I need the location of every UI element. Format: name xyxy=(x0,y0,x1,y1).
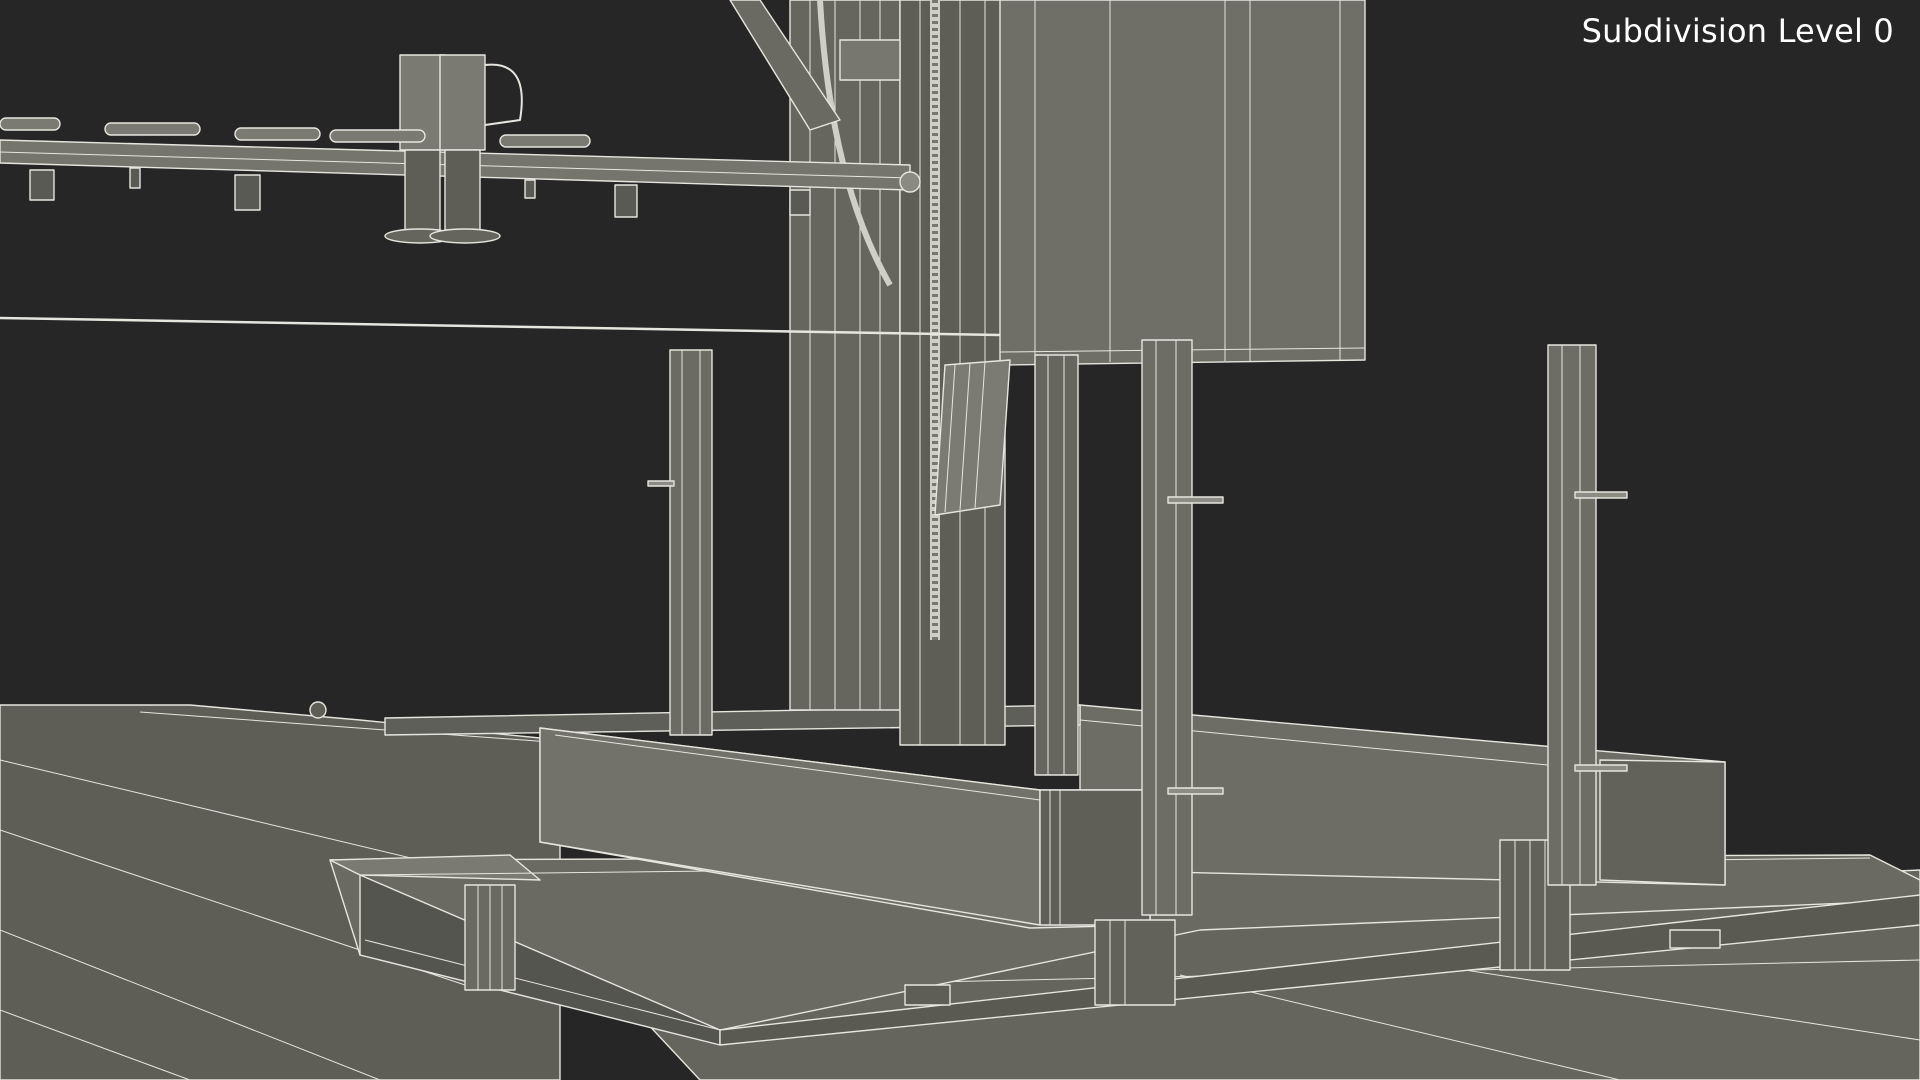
post-2 xyxy=(1034,354,1079,776)
viewport-3d[interactable]: Subdivision Level 0 xyxy=(0,0,1920,1080)
bellows xyxy=(934,359,1011,516)
subdivision-level-label: Subdivision Level 0 xyxy=(1581,12,1894,50)
joint-left xyxy=(464,884,516,991)
joint-center xyxy=(1094,919,1176,1006)
post-1 xyxy=(647,349,713,736)
panel xyxy=(999,0,1366,366)
wireframe-scene[interactable] xyxy=(0,0,1920,1080)
